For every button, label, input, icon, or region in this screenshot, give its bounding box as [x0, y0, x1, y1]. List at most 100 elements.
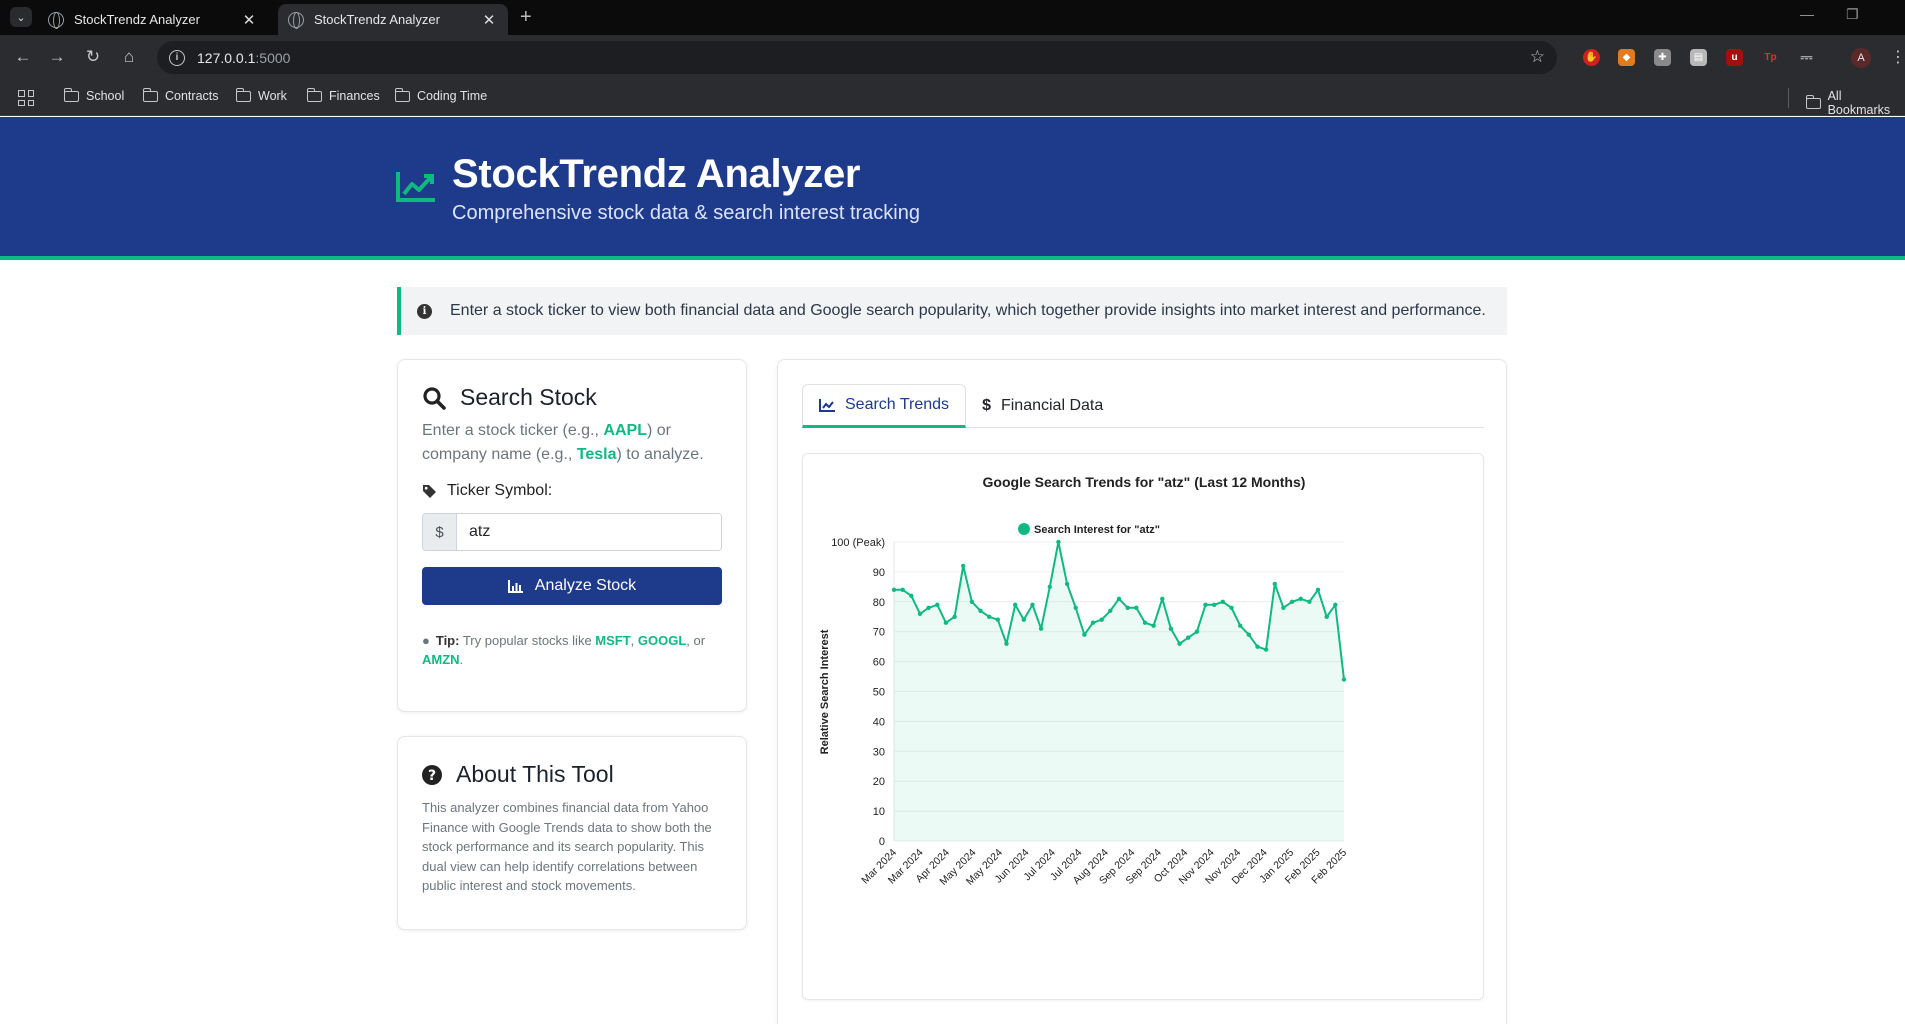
- y-tick-label: 0: [879, 836, 885, 848]
- bar-chart-icon: [507, 579, 523, 593]
- data-point: [978, 608, 983, 613]
- data-point: [1142, 620, 1148, 625]
- extension-icon[interactable]: ✚: [1654, 49, 1671, 66]
- y-tick-label: 70: [873, 627, 885, 639]
- bookmark-star-icon[interactable]: ☆: [1530, 47, 1545, 67]
- info-circle-icon: i: [417, 303, 432, 319]
- tip-separator: .: [459, 652, 464, 667]
- y-axis-label: Relative Search Interest: [819, 629, 831, 754]
- data-point: [1064, 581, 1070, 587]
- data-point: [969, 599, 975, 604]
- bookmark-folder-work[interactable]: Work: [235, 87, 287, 103]
- data-point: [926, 605, 931, 610]
- ticker-label-text: Ticker Symbol:: [447, 482, 553, 499]
- search-card-description: Enter a stock ticker (e.g., AAPL) or com…: [422, 419, 722, 467]
- home-icon[interactable]: ⌂: [118, 47, 140, 67]
- bookmark-folder-coding-time[interactable]: Coding Time: [394, 87, 487, 103]
- y-tick-label: 30: [873, 746, 885, 758]
- minimize-window-icon[interactable]: —: [1800, 6, 1814, 22]
- metamask-extension-icon[interactable]: ◆: [1618, 49, 1635, 66]
- desc-part: ) to analyze.: [616, 446, 704, 463]
- all-bookmarks-folder[interactable]: All Bookmarks: [1805, 89, 1905, 117]
- search-card-heading: Search Stock: [422, 384, 722, 411]
- address-bar[interactable]: i 127.0.0.1:5000 ☆: [157, 41, 1557, 74]
- tab-financial-data[interactable]: $ Financial Data: [966, 384, 1119, 428]
- data-point: [1289, 599, 1295, 604]
- data-point: [1186, 635, 1191, 640]
- example-company: Tesla: [576, 446, 617, 463]
- reader-extension-icon[interactable]: ▤: [1690, 49, 1707, 66]
- data-point: [1238, 623, 1243, 628]
- data-point: [1099, 617, 1104, 622]
- browser-tab-2[interactable]: StockTrendz Analyzer ✕: [278, 4, 508, 35]
- bookmark-folder-school[interactable]: School: [63, 87, 125, 103]
- data-point: [1298, 596, 1303, 601]
- profile-avatar[interactable]: A: [1851, 48, 1871, 68]
- site-info-icon[interactable]: i: [169, 49, 185, 66]
- svg-text:?: ?: [428, 768, 436, 784]
- tip-stock-link[interactable]: MSFT: [595, 633, 630, 648]
- data-point: [1160, 596, 1165, 601]
- y-tick-label: 50: [873, 687, 885, 699]
- restore-window-icon[interactable]: ❐: [1846, 6, 1859, 23]
- url-port: :5000: [255, 49, 291, 66]
- browser-tab-1[interactable]: StockTrendz Analyzer ✕: [38, 4, 268, 35]
- new-tab-plus-icon[interactable]: +: [520, 6, 532, 29]
- ublock-extension-icon[interactable]: u: [1726, 49, 1743, 66]
- search-icon: [423, 386, 446, 410]
- tip-text: ● Tip: Try popular stocks like MSFT, GOOG…: [422, 631, 722, 669]
- data-point: [1220, 599, 1225, 604]
- apps-grid-icon[interactable]: [18, 90, 34, 106]
- trend-chart-svg: Google Search Trends for "atz" (Last 12 …: [819, 474, 1349, 888]
- data-point: [917, 611, 923, 616]
- about-card-title: About This Tool: [456, 761, 614, 787]
- y-tick-label: 60: [873, 657, 885, 669]
- browser-tab-title: StockTrendz Analyzer: [74, 12, 200, 27]
- browser-toolbar: ← → ↻ ⌂ i 127.0.0.1:5000 ☆ ✋ ◆ ✚ ▤ u Tp …: [0, 35, 1905, 80]
- analyze-stock-button[interactable]: Analyze Stock: [422, 567, 722, 605]
- analyze-button-label: Analyze Stock: [534, 577, 637, 594]
- browser-menu-icon[interactable]: ⋮: [1890, 47, 1905, 67]
- page-title: StockTrendz Analyzer: [452, 152, 861, 196]
- data-point: [1177, 641, 1182, 646]
- tip-stock-link[interactable]: AMZN: [422, 652, 460, 667]
- data-point: [1281, 605, 1286, 610]
- reload-icon[interactable]: ↻: [82, 47, 104, 67]
- y-tick-label: 90: [873, 567, 885, 579]
- data-point: [1090, 620, 1096, 625]
- back-arrow-icon[interactable]: ←: [12, 47, 34, 67]
- about-card-text: This analyzer combines financial data fr…: [422, 800, 712, 893]
- legend-marker: [1018, 523, 1030, 535]
- y-tick-label: 20: [873, 776, 885, 788]
- info-alert-text: Enter a stock ticker to view both financ…: [450, 302, 1486, 319]
- globe-icon: [288, 11, 304, 29]
- bookmark-label: All Bookmarks: [1827, 89, 1891, 117]
- ticker-label: Ticker Symbol:: [422, 482, 722, 500]
- adblock-extension-icon[interactable]: ✋: [1583, 49, 1600, 66]
- close-tab-icon[interactable]: ✕: [240, 11, 258, 29]
- y-tick-label: 40: [873, 716, 885, 728]
- data-point: [1203, 602, 1208, 607]
- globe-icon: [48, 11, 64, 29]
- data-point: [1108, 608, 1113, 613]
- extensions-puzzle-icon[interactable]: ⎓: [1798, 49, 1815, 66]
- y-tick-label: 80: [873, 597, 885, 609]
- forward-arrow-icon[interactable]: →: [46, 47, 68, 67]
- tp-extension-icon[interactable]: Tp: [1762, 49, 1779, 66]
- folder-icon: [235, 87, 251, 102]
- data-point: [1151, 623, 1156, 628]
- data-point: [1082, 632, 1087, 637]
- bookmark-label: School: [86, 89, 125, 103]
- ticker-input[interactable]: [457, 514, 721, 550]
- bookmark-folder-finances[interactable]: Finances: [306, 87, 380, 103]
- data-point: [891, 587, 897, 592]
- data-point: [1246, 632, 1251, 637]
- close-tab-icon[interactable]: ✕: [480, 11, 498, 29]
- data-point: [1004, 641, 1009, 646]
- tab-search-chevron-icon[interactable]: ⌄: [10, 7, 32, 27]
- tip-stock-link[interactable]: GOOGL: [638, 633, 686, 648]
- bookmark-folder-contracts[interactable]: Contracts: [142, 87, 219, 103]
- bookmark-label: Work: [258, 89, 287, 103]
- data-point: [1125, 605, 1130, 610]
- tab-search-trends[interactable]: Search Trends: [802, 384, 967, 428]
